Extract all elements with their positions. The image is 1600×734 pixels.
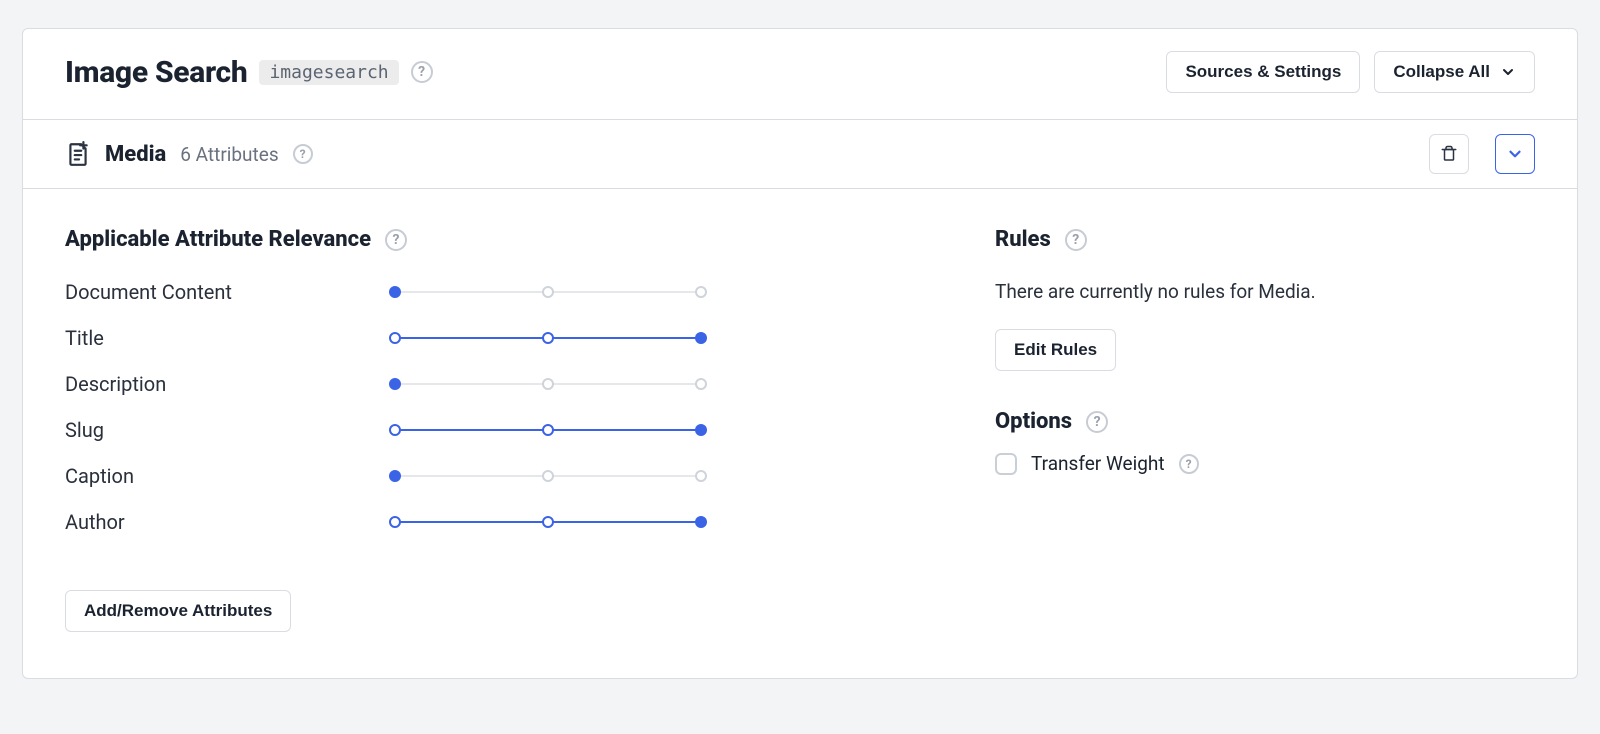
- relevance-slider[interactable]: [385, 424, 711, 436]
- add-remove-attributes-label: Add/Remove Attributes: [84, 601, 272, 621]
- section-name: Media: [105, 142, 166, 167]
- help-icon[interactable]: ?: [1086, 411, 1108, 433]
- sources-settings-label: Sources & Settings: [1185, 62, 1341, 82]
- slider-stop[interactable]: [695, 286, 707, 298]
- slider-stop[interactable]: [695, 378, 707, 390]
- attribute-row: Slug: [65, 418, 935, 442]
- slider-stop[interactable]: [389, 470, 401, 482]
- delete-section-button[interactable]: [1429, 134, 1469, 174]
- help-icon[interactable]: ?: [293, 144, 313, 164]
- rules-column: Rules ? There are currently no rules for…: [995, 227, 1535, 632]
- transfer-weight-row: Transfer Weight ?: [995, 452, 1535, 475]
- slider-stop[interactable]: [389, 424, 401, 436]
- slider-stop[interactable]: [389, 332, 401, 344]
- slider-stop[interactable]: [695, 424, 707, 436]
- attribute-row: Description: [65, 372, 935, 396]
- section-count: 6 Attributes: [180, 143, 278, 166]
- transfer-weight-label: Transfer Weight: [1031, 452, 1165, 475]
- page-title: Image Search: [65, 55, 247, 90]
- help-icon[interactable]: ?: [385, 229, 407, 251]
- attribute-list: Document Content Title Description Slug Capt…: [65, 280, 935, 534]
- slider-stop[interactable]: [542, 424, 554, 436]
- transfer-weight-checkbox[interactable]: [995, 453, 1017, 475]
- collapse-section-button[interactable]: [1495, 134, 1535, 174]
- rules-empty-text: There are currently no rules for Media.: [995, 280, 1535, 303]
- attribute-label: Title: [65, 326, 361, 350]
- attribute-label: Slug: [65, 418, 361, 442]
- options-heading: Options: [995, 409, 1072, 434]
- relevance-heading: Applicable Attribute Relevance: [65, 227, 371, 252]
- slider-stop[interactable]: [389, 516, 401, 528]
- attribute-row: Caption: [65, 464, 935, 488]
- help-icon[interactable]: ?: [1065, 229, 1087, 251]
- attribute-label: Author: [65, 510, 361, 534]
- slider-stop[interactable]: [389, 286, 401, 298]
- collapse-all-label: Collapse All: [1393, 62, 1490, 82]
- engine-card: Image Search imagesearch ? Sources & Set…: [22, 28, 1578, 679]
- slider-stop[interactable]: [542, 332, 554, 344]
- attribute-row: Document Content: [65, 280, 935, 304]
- section-bar: Media 6 Attributes ?: [23, 120, 1577, 189]
- relevance-slider[interactable]: [385, 470, 711, 482]
- edit-rules-label: Edit Rules: [1014, 340, 1097, 360]
- relevance-heading-row: Applicable Attribute Relevance ?: [65, 227, 935, 252]
- chevron-down-icon: [1506, 145, 1524, 163]
- card-header: Image Search imagesearch ? Sources & Set…: [23, 29, 1577, 120]
- relevance-slider[interactable]: [385, 286, 711, 298]
- rules-heading-row: Rules ?: [995, 227, 1535, 252]
- slider-stop[interactable]: [389, 378, 401, 390]
- edit-rules-button[interactable]: Edit Rules: [995, 329, 1116, 371]
- slider-stop[interactable]: [695, 332, 707, 344]
- trash-icon: [1440, 145, 1458, 163]
- relevance-column: Applicable Attribute Relevance ? Documen…: [65, 227, 935, 632]
- engine-slug-chip: imagesearch: [259, 60, 398, 85]
- chevron-down-icon: [1500, 64, 1516, 80]
- attribute-row: Title: [65, 326, 935, 350]
- doc-plus-icon: [65, 141, 91, 167]
- slider-stop[interactable]: [542, 516, 554, 528]
- slider-stop[interactable]: [542, 286, 554, 298]
- slider-stop[interactable]: [695, 470, 707, 482]
- sources-settings-button[interactable]: Sources & Settings: [1166, 51, 1360, 93]
- section-content: Applicable Attribute Relevance ? Documen…: [23, 189, 1577, 678]
- relevance-slider[interactable]: [385, 332, 711, 344]
- rules-heading: Rules: [995, 227, 1051, 252]
- slider-stop[interactable]: [542, 470, 554, 482]
- attribute-row: Author: [65, 510, 935, 534]
- help-icon[interactable]: ?: [1179, 454, 1199, 474]
- collapse-all-button[interactable]: Collapse All: [1374, 51, 1535, 93]
- attribute-label: Caption: [65, 464, 361, 488]
- attribute-label: Description: [65, 372, 361, 396]
- slider-stop[interactable]: [695, 516, 707, 528]
- slider-stop[interactable]: [542, 378, 554, 390]
- relevance-slider[interactable]: [385, 378, 711, 390]
- add-remove-attributes-button[interactable]: Add/Remove Attributes: [65, 590, 291, 632]
- attribute-label: Document Content: [65, 280, 361, 304]
- options-heading-row: Options ?: [995, 409, 1535, 434]
- relevance-slider[interactable]: [385, 516, 711, 528]
- help-icon[interactable]: ?: [411, 61, 433, 83]
